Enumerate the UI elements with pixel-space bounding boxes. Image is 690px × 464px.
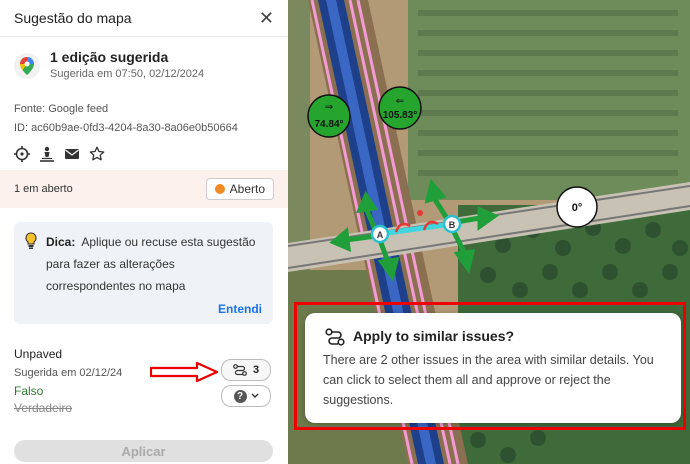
similar-count: 3 xyxy=(252,364,260,376)
similar-issues-button[interactable]: 3 xyxy=(221,359,271,381)
metadata: Fonte: Google feed ID: ac60b9ae-0fd3-420… xyxy=(0,80,288,138)
node-a: A xyxy=(370,224,390,244)
source-text: Fonte: Google feed xyxy=(14,103,109,115)
tip-prefix: Dica: xyxy=(46,235,76,249)
person-pin-icon[interactable] xyxy=(39,146,55,162)
lightbulb-icon xyxy=(24,232,38,255)
status-dot-icon xyxy=(214,184,225,194)
chevron-down-icon xyxy=(251,393,258,398)
field-label: Unpaved xyxy=(14,347,63,361)
tip-box: Dica: Aplique ou recuse esta sugestão pa… xyxy=(14,222,273,324)
google-maps-icon xyxy=(14,53,40,79)
edit-summary: 1 edição sugerida Sugerida em 07:50, 02/… xyxy=(0,37,288,80)
status-button[interactable]: Aberto xyxy=(205,178,274,200)
angle-label-zero: 0° xyxy=(556,186,598,228)
value-new: Falso xyxy=(14,384,44,398)
tip-body: Aplique ou recuse esta sugestão para faz… xyxy=(46,235,256,293)
suggestion-panel: Sugestão do mapa ✕ 1 edição sugerida Sug… xyxy=(0,0,289,464)
mail-icon[interactable] xyxy=(64,146,80,162)
help-dropdown[interactable]: ? xyxy=(221,385,271,407)
status-bar: 1 em aberto Aberto xyxy=(0,170,288,208)
popup-title: Apply to similar issues? xyxy=(353,328,515,344)
apply-button[interactable]: Aplicar xyxy=(14,440,273,462)
field-subtitle: Sugerida em 02/12/24 xyxy=(14,367,123,379)
value-old: Verdadeiro xyxy=(14,401,73,415)
help-icon: ? xyxy=(233,389,247,403)
id-text: ID: ac60b9ae-0fd3-4204-8a30-8a06e0b50664 xyxy=(14,122,238,134)
angle-label-right: ⇐ 105.83° xyxy=(378,86,422,130)
route-icon xyxy=(325,328,345,351)
angle-left-value: 74.84° xyxy=(314,119,343,130)
angle-right-value: 105.83° xyxy=(383,110,418,121)
node-a-label: A xyxy=(377,230,384,240)
edit-title: 1 edição sugerida xyxy=(50,49,169,65)
angle-left-arrow: ⇒ xyxy=(325,102,333,113)
route-icon xyxy=(233,364,247,376)
tip-text: Dica: Aplique ou recuse esta sugestão pa… xyxy=(46,231,264,297)
popup-body: There are 2 other issues in the area wit… xyxy=(323,353,654,407)
node-b-label: B xyxy=(449,220,456,230)
action-icons xyxy=(0,138,288,162)
panel-title: Sugestão do mapa xyxy=(14,10,132,26)
node-b: B xyxy=(442,214,462,234)
similar-issues-popup: Apply to similar issues? There are 2 oth… xyxy=(305,313,681,423)
star-icon[interactable] xyxy=(89,146,105,162)
crosshair-icon[interactable] xyxy=(14,146,30,162)
angle-zero-value: 0° xyxy=(572,202,583,214)
status-text: 1 em aberto xyxy=(14,183,73,195)
close-icon[interactable]: ✕ xyxy=(259,8,274,29)
tip-dismiss-link[interactable]: Entendi xyxy=(218,302,262,316)
status-button-label: Aberto xyxy=(229,182,265,196)
angle-label-left: ⇒ 74.84° xyxy=(307,94,351,138)
panel-header: Sugestão do mapa ✕ xyxy=(0,0,288,37)
annotation-arrow-icon xyxy=(150,361,219,383)
angle-right-arrow: ⇐ xyxy=(396,96,404,107)
edit-subtitle: Sugerida em 07:50, 02/12/2024 xyxy=(50,68,205,80)
